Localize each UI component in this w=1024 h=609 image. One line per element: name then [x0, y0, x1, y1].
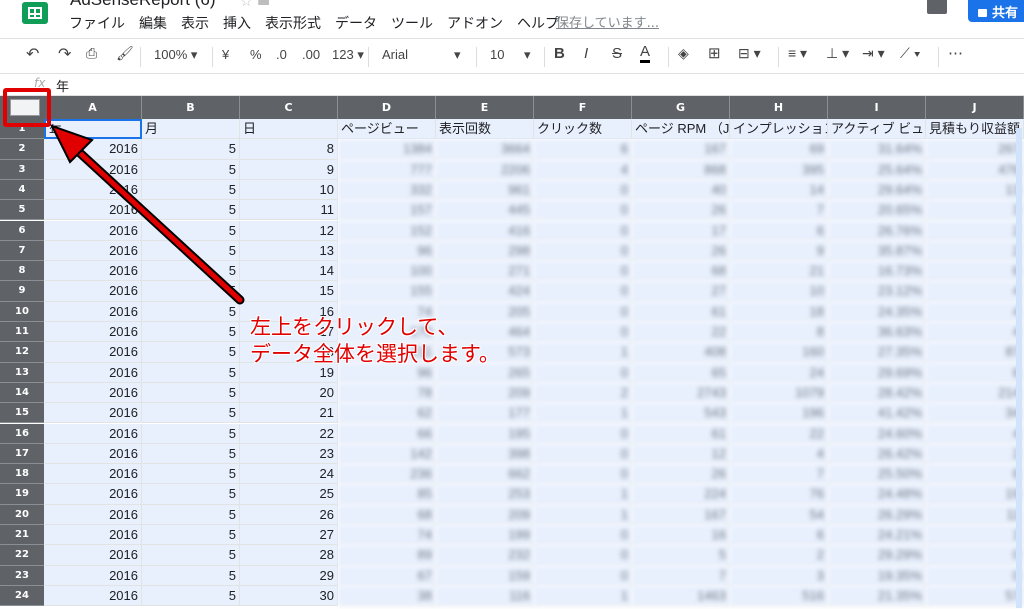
annotation-text: 左上をクリックして、 データ全体を選択します。 — [250, 314, 500, 368]
annotation-line-1: 左上をクリックして、 — [250, 315, 459, 339]
annotation-line-2: データ全体を選択します。 — [250, 342, 500, 366]
annotation-arrow — [50, 124, 245, 305]
sheets-window: AdSenseReport (6) ☆ ▬ ファイル 編集 表示 挿入 表示形式… — [0, 0, 1024, 609]
